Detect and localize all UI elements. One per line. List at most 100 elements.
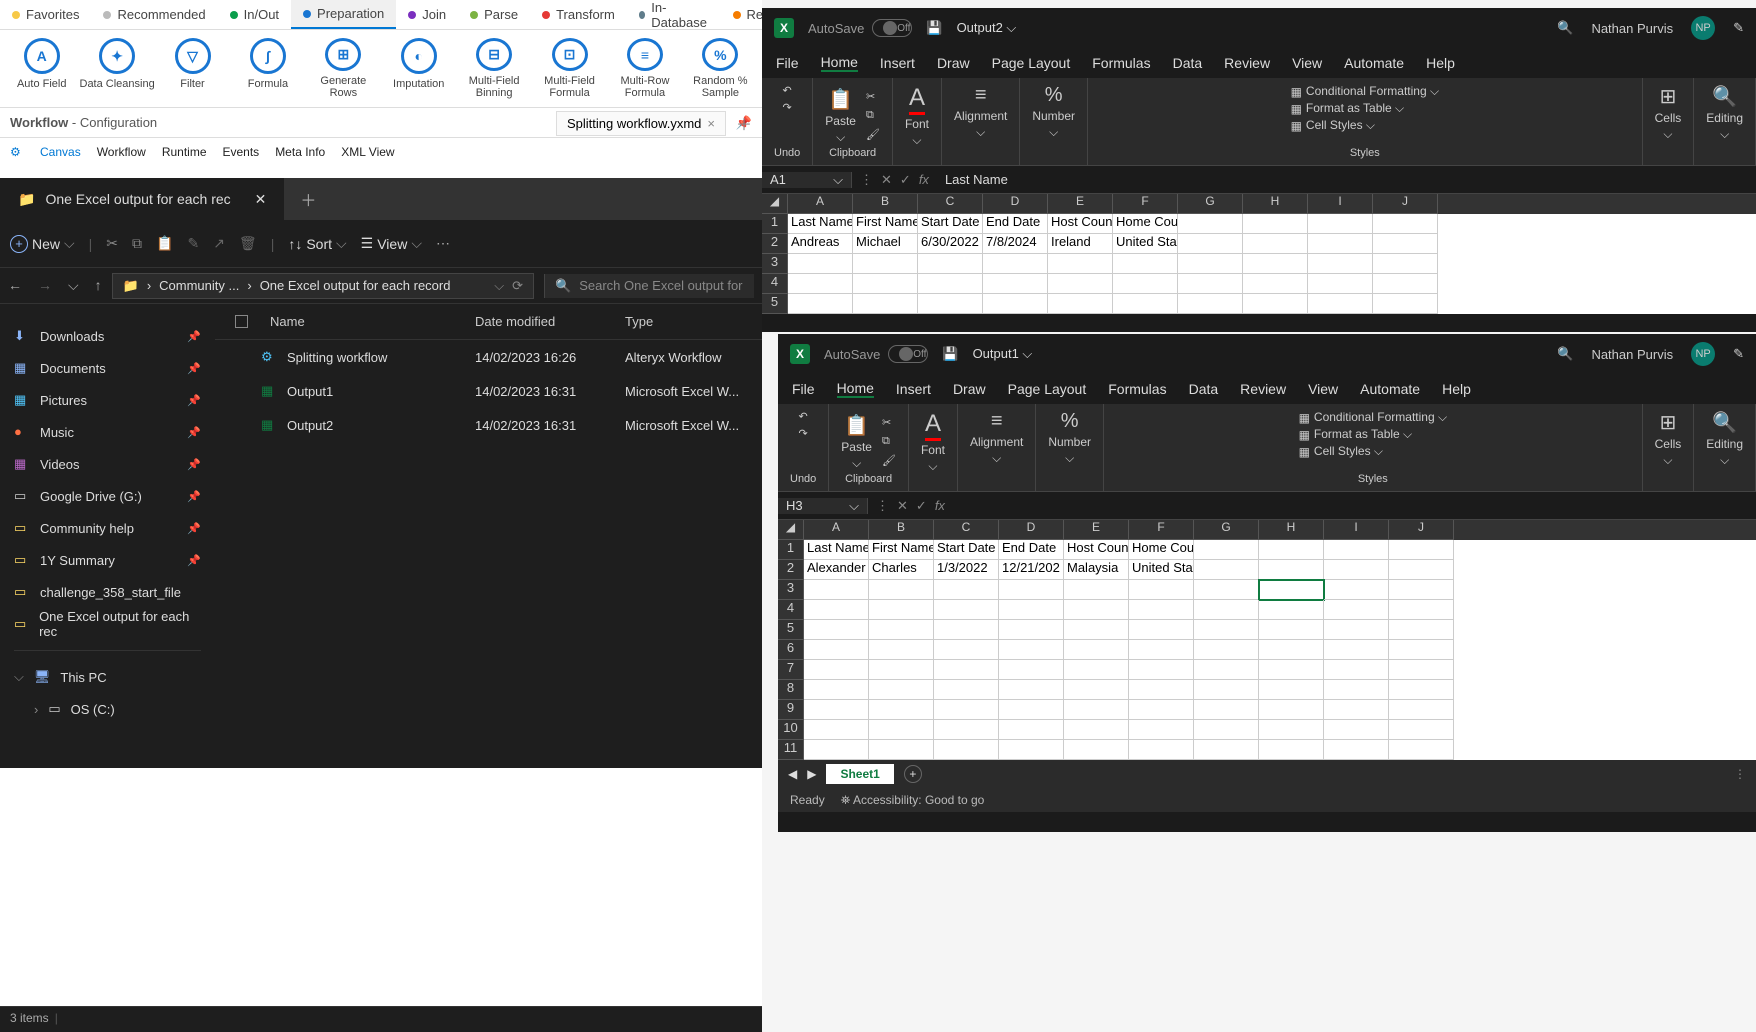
cell[interactable] [869,640,934,660]
sheet-more[interactable]: ⋮ [1734,767,1746,781]
cell[interactable]: Michael [853,234,918,254]
cell[interactable] [999,680,1064,700]
number-button[interactable]: %Number⌵ [1048,410,1091,466]
cell[interactable] [1324,700,1389,720]
sidebar-item-googledriveg[interactable]: ▭Google Drive (G:)📌 [14,480,201,512]
number-button[interactable]: %Number⌵ [1032,84,1075,140]
cell[interactable]: Host Coun [1048,214,1113,234]
ribbon-tab-home[interactable]: Home [837,380,874,398]
ribbon-tab-home[interactable]: Home [821,54,858,72]
save-icon[interactable]: 💾 [942,346,958,362]
cell[interactable] [1259,680,1324,700]
ribbon-tab-formulas[interactable]: Formulas [1108,381,1166,397]
sort-button[interactable]: ↑↓Sort⌵ [288,235,346,252]
crumb-segment[interactable]: Community ... [159,278,239,293]
format-as-table-button[interactable]: ▦ Format as Table ⌵ [1291,101,1440,116]
redo-icon[interactable]: ↷ [799,427,808,440]
cell[interactable] [1259,580,1324,600]
category-tab-join[interactable]: Join [396,0,458,29]
row-header[interactable]: 9 [778,700,804,720]
cell[interactable] [1113,294,1178,314]
cell[interactable] [1064,580,1129,600]
cell[interactable] [1129,580,1194,600]
cell[interactable] [1064,600,1129,620]
redo-icon[interactable]: ↷ [783,101,792,114]
tool-generate-rows[interactable]: ⊞Generate Rows [306,38,381,99]
cell[interactable] [934,620,999,640]
cell[interactable] [869,700,934,720]
tool-imputation[interactable]: ◐Imputation [381,38,456,99]
cell[interactable] [1324,600,1389,620]
save-icon[interactable]: 💾 [926,20,942,36]
events-tab[interactable]: Events [223,145,260,159]
copy-icon[interactable]: ⧉ [882,435,896,448]
runtime-tab[interactable]: Runtime [162,145,207,159]
paste-icon[interactable]: 📋 [156,235,173,252]
new-button[interactable]: +New⌵ [10,235,75,253]
col-header[interactable]: H [1243,194,1308,214]
explorer-tab[interactable]: 📁 One Excel output for each rec ✕ [0,178,284,220]
tool-multi-field-binning[interactable]: ⊟Multi-Field Binning [456,38,531,99]
col-header[interactable]: B [853,194,918,214]
cell[interactable] [1259,540,1324,560]
ribbon-tab-file[interactable]: File [792,381,815,397]
cell[interactable]: Andreas [788,234,853,254]
cell[interactable]: Home Country [1129,540,1194,560]
cell[interactable] [869,660,934,680]
cell[interactable] [1324,620,1389,640]
cell[interactable] [999,660,1064,680]
share-icon[interactable]: ↗ [213,235,225,252]
cut-icon[interactable]: ✂ [866,90,880,103]
format-painter-icon[interactable]: 🖌 [882,454,896,467]
row-header[interactable]: 8 [778,680,804,700]
cell[interactable] [1178,274,1243,294]
cell[interactable] [1064,740,1129,760]
cell[interactable] [1243,254,1308,274]
cell[interactable] [1243,214,1308,234]
cell[interactable] [804,620,869,640]
cell[interactable] [983,254,1048,274]
row-header[interactable]: 5 [778,620,804,640]
row-header[interactable]: 3 [762,254,788,274]
cell[interactable] [1113,274,1178,294]
pin-icon[interactable]: 📌 [187,490,201,503]
cell[interactable] [869,600,934,620]
cell[interactable] [869,620,934,640]
sidebar-item-videos[interactable]: ▦Videos📌 [14,448,201,480]
fx-icon[interactable]: fx [919,172,929,188]
cell[interactable] [1064,700,1129,720]
up-icon[interactable]: ↑ [95,277,102,294]
pin-icon[interactable]: 📌 [187,458,201,471]
alignment-button[interactable]: ≡Alignment⌵ [954,84,1007,140]
cell[interactable] [1324,540,1389,560]
cell[interactable] [1308,254,1373,274]
conditional-formatting-button[interactable]: ▦ Conditional Formatting ⌵ [1291,84,1440,99]
cell[interactable] [1259,700,1324,720]
tool-multi-field-formula[interactable]: ⊡Multi-Field Formula [532,38,607,99]
pin-icon[interactable]: 📌 [187,362,201,375]
row-header[interactable]: 4 [778,600,804,620]
name-box[interactable]: H3⌵ [778,498,868,514]
cell[interactable] [1389,600,1454,620]
ribbon-tab-review[interactable]: Review [1240,381,1286,397]
rename-icon[interactable]: ✎ [187,235,199,252]
cell[interactable] [1129,660,1194,680]
cell[interactable] [804,640,869,660]
cell[interactable] [1243,294,1308,314]
cell[interactable] [1389,660,1454,680]
breadcrumb[interactable]: 📁 › Community ... › One Excel output for… [112,273,534,299]
cell[interactable]: End Date [999,540,1064,560]
col-name[interactable]: Name [270,314,305,329]
pin-icon[interactable]: 📌 [187,330,201,343]
cell[interactable] [1194,640,1259,660]
cell[interactable]: 6/30/2022 [918,234,983,254]
col-header[interactable]: I [1308,194,1373,214]
cell[interactable] [918,294,983,314]
more-icon[interactable]: ⋮ [860,172,873,188]
cell[interactable]: United States [1129,560,1194,580]
cell[interactable] [804,700,869,720]
col-header[interactable]: D [983,194,1048,214]
fx-icon[interactable]: fx [935,498,945,514]
back-icon[interactable]: ← [8,277,22,294]
cell[interactable] [1194,600,1259,620]
